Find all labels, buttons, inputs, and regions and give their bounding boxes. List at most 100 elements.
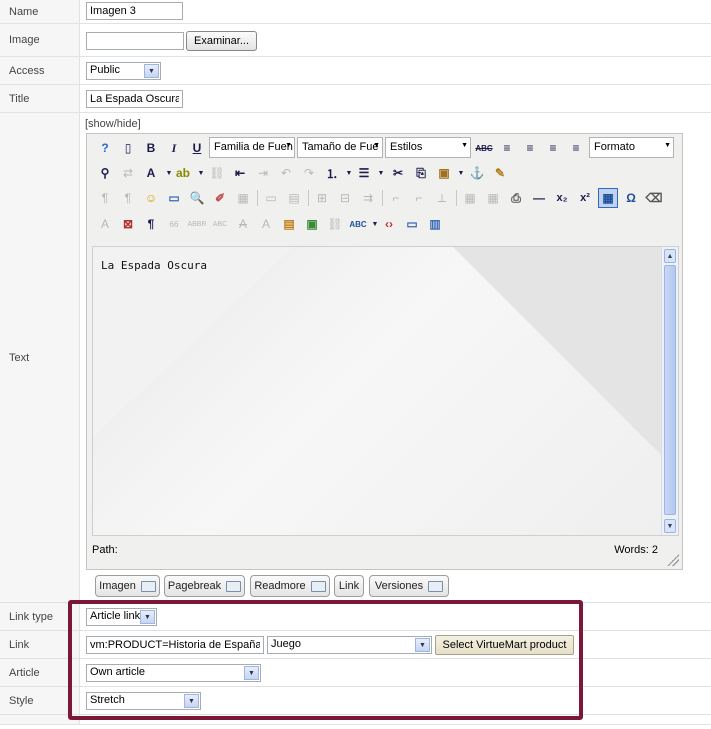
horizontal-rule-icon[interactable]: — — [529, 188, 549, 208]
toolbar-separator — [257, 190, 258, 206]
template-icon[interactable]: ▤ — [284, 188, 304, 208]
toolbar-separator — [308, 190, 309, 206]
image-button[interactable]: Imagen — [95, 575, 160, 597]
underline-icon[interactable]: U — [187, 138, 207, 158]
toolbar-row-2: ⚲ ⇄ A ▼ ab ▼ ⛓ ⇤ ⇥ ↶ ↷ ⒈ ▼ ☰ ▼ ✂ ⎘ ▣ ▼ ⚓… — [89, 161, 679, 185]
new-document-icon[interactable]: ▯ — [118, 138, 138, 158]
anchor-icon[interactable]: ⚓ — [467, 163, 487, 183]
versions-button[interactable]: Versiones — [369, 575, 449, 597]
find-icon[interactable]: ⚲ — [95, 163, 115, 183]
access-label: Access — [0, 57, 80, 84]
style-select[interactable]: Stretch ▼ — [86, 692, 201, 710]
link-type-select[interactable]: Article link ▼ — [86, 608, 157, 626]
link-icon[interactable]: ⛓ — [325, 214, 345, 234]
delete-mark-icon[interactable]: A — [233, 214, 253, 234]
link-button[interactable]: Link — [334, 575, 364, 597]
title-label: Title — [0, 85, 80, 112]
align-left-icon[interactable]: ≡ — [543, 138, 563, 158]
rtl-icon[interactable]: ¶ — [118, 188, 138, 208]
insert-image-icon[interactable]: ▤ — [279, 214, 299, 234]
editor-background-shapes — [93, 247, 663, 457]
unlink-icon[interactable]: ⛓ — [207, 163, 227, 183]
hr-icon[interactable]: ▭ — [261, 188, 281, 208]
name-input[interactable] — [86, 2, 183, 20]
font-family-dropdown[interactable]: Familia de Fuen ▼ — [209, 137, 295, 158]
cut-icon[interactable]: ✂ — [388, 163, 408, 183]
font-size-dropdown[interactable]: Tamaño de Fue ▼ — [297, 137, 383, 158]
title-input[interactable] — [86, 90, 183, 108]
media-icon[interactable]: ▭ — [164, 188, 184, 208]
html-source-icon[interactable]: ‹› — [379, 214, 399, 234]
pagebreak-button[interactable]: Pagebreak — [164, 575, 245, 597]
article-select[interactable]: Own article ▼ — [86, 664, 261, 682]
highlight-color-icon[interactable]: ab — [173, 163, 193, 183]
link-category-select[interactable]: Juego ▼ — [267, 636, 432, 654]
bold-icon[interactable]: B — [141, 138, 161, 158]
indent-icon[interactable]: ⇥ — [253, 163, 273, 183]
table-row-props-icon[interactable]: ▦ — [460, 188, 480, 208]
ltr-icon[interactable]: ¶ — [95, 188, 115, 208]
insert-attr-icon[interactable]: ⟂ — [432, 188, 452, 208]
cite-icon[interactable]: 66 — [164, 214, 184, 234]
subscript-icon[interactable]: x₂ — [552, 188, 572, 208]
image-row: Image Examinar... — [0, 24, 711, 57]
replace-icon[interactable]: ⇄ — [118, 163, 138, 183]
emoticon-icon[interactable]: ☺ — [141, 188, 161, 208]
align-justify-icon[interactable]: ≡ — [497, 138, 517, 158]
chevron-down-icon: ▼ — [140, 610, 155, 624]
special-char-icon[interactable]: Ω — [621, 188, 641, 208]
style-icon[interactable]: A — [95, 214, 115, 234]
redo-icon[interactable]: ↷ — [299, 163, 319, 183]
select-virtuemart-product-button[interactable]: Select VirtueMart product — [435, 635, 574, 655]
show-blocks-icon[interactable]: ¶ — [141, 214, 161, 234]
insert-layer-icon[interactable]: ⊞ — [312, 188, 332, 208]
copy-icon[interactable]: ⎘ — [411, 163, 431, 183]
bottom-label-cell — [0, 715, 80, 724]
table-cell-props-icon[interactable]: ▦ — [483, 188, 503, 208]
move-forward-icon[interactable]: ⊟ — [335, 188, 355, 208]
link-category-value: Juego — [271, 638, 301, 650]
eraser-icon[interactable]: ⌫ — [644, 188, 664, 208]
text-color-icon[interactable]: A — [141, 163, 161, 183]
layout-icon[interactable]: ▥ — [425, 214, 445, 234]
image-file-input[interactable] — [86, 32, 184, 50]
move-backward-icon[interactable]: ⇉ — [358, 188, 378, 208]
scroll-down-icon[interactable]: ▼ — [664, 519, 676, 533]
show-hide-toggle[interactable]: [show/hide] — [85, 118, 141, 130]
strikethrough-icon[interactable]: ABC — [474, 138, 494, 158]
chevron-down-icon: ▼ — [285, 142, 292, 149]
delete-table-icon[interactable]: ⊠ — [118, 214, 138, 234]
editor-scrollbar[interactable]: ▲ ▼ — [661, 247, 678, 535]
access-select[interactable]: Public ▼ — [86, 62, 161, 80]
edit-icon[interactable]: ✐ — [210, 188, 230, 208]
scrollbar-thumb[interactable] — [664, 265, 676, 515]
readmore-button[interactable]: Readmore — [250, 575, 330, 597]
undo-icon[interactable]: ↶ — [276, 163, 296, 183]
preview-icon[interactable]: 🔍 — [187, 188, 207, 208]
print-icon[interactable]: ⎙ — [506, 188, 526, 208]
align-right-icon[interactable]: ≡ — [566, 138, 586, 158]
help-icon[interactable]: ? — [95, 138, 115, 158]
insert-mark-icon[interactable]: A — [256, 214, 276, 234]
style-props-icon[interactable]: ⌐ — [409, 188, 429, 208]
cleanup-icon[interactable]: ✎ — [490, 163, 510, 183]
outdent-icon[interactable]: ⇤ — [230, 163, 250, 183]
link-input[interactable] — [86, 636, 264, 654]
absolute-icon[interactable]: ⌐ — [386, 188, 406, 208]
styles-dropdown[interactable]: Estilos ▼ — [385, 137, 471, 158]
image-manager-icon[interactable]: ▣ — [302, 214, 322, 234]
fullscreen-icon[interactable]: ▭ — [402, 214, 422, 234]
format-dropdown[interactable]: Formato ▼ — [589, 137, 674, 158]
acronym-icon[interactable]: ABC — [210, 214, 230, 234]
superscript-icon[interactable]: x² — [575, 188, 595, 208]
insert-date-icon[interactable]: ▦ — [233, 188, 253, 208]
scroll-up-icon[interactable]: ▲ — [664, 249, 676, 263]
align-center-icon[interactable]: ≡ — [520, 138, 540, 158]
link-row: Link Juego ▼ Select VirtueMart product — [0, 631, 711, 659]
editor-content-area[interactable]: La Espada Oscura ▲ ▼ — [92, 246, 679, 536]
italic-icon[interactable]: I — [164, 138, 184, 158]
browse-button[interactable]: Examinar... — [186, 31, 257, 51]
abbr-icon[interactable]: ABBR — [187, 214, 207, 234]
table-icon[interactable]: ▦ — [598, 188, 618, 208]
resize-grip-icon[interactable] — [667, 554, 679, 566]
